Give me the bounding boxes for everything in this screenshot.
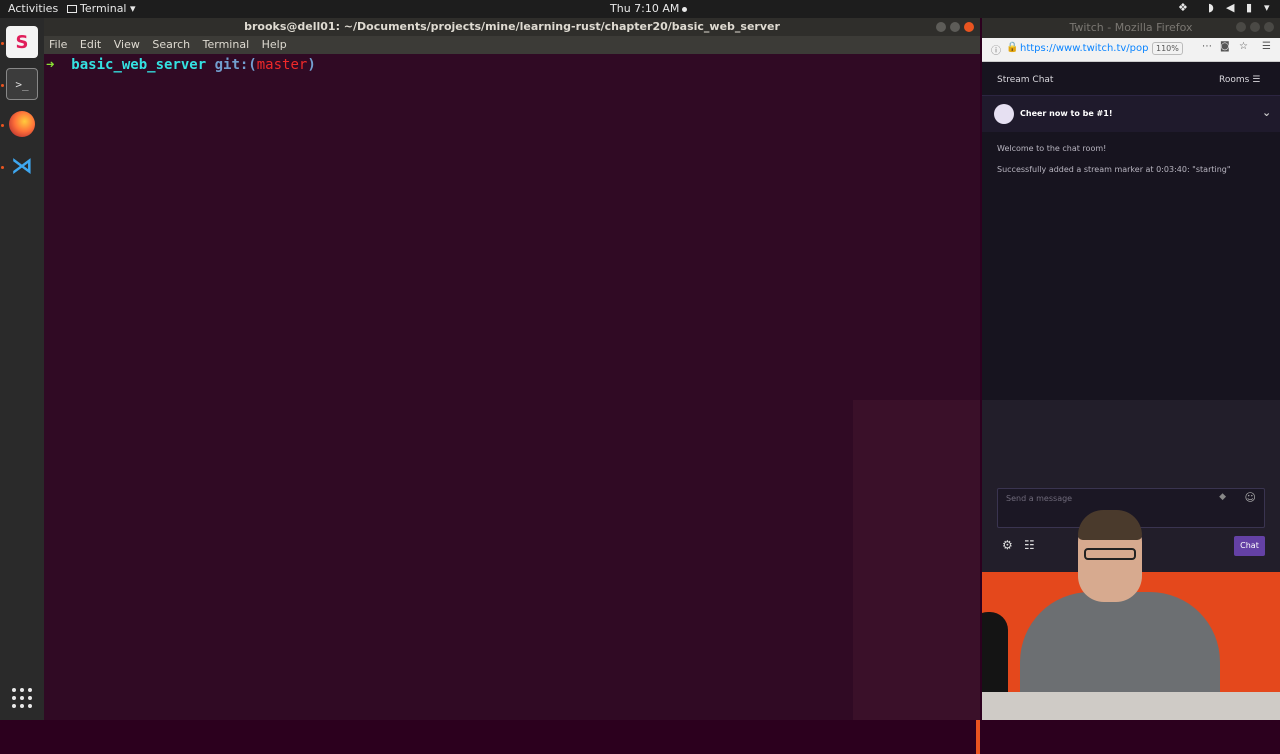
cheer-avatar-icon xyxy=(994,104,1014,124)
page-actions-icon[interactable]: ⋯ xyxy=(1202,41,1212,52)
menu-edit[interactable]: Edit xyxy=(80,38,101,51)
slack-logo-glyph: S xyxy=(15,31,29,53)
dock: S >_ ⋊ xyxy=(0,18,44,720)
terminal-icon[interactable]: >_ xyxy=(6,68,38,100)
maximize-icon[interactable] xyxy=(1250,22,1260,32)
pocket-icon[interactable]: ◙ xyxy=(1220,41,1230,52)
wifi-icon[interactable]: ◗ xyxy=(1208,1,1214,14)
prompt-git-label: git:( xyxy=(214,57,257,73)
settings-gear-icon[interactable]: ⚙ xyxy=(1002,538,1013,552)
firefox-icon[interactable] xyxy=(6,108,38,140)
chevron-down-icon: ▾ xyxy=(130,2,136,15)
running-indicator xyxy=(1,124,4,127)
terminal-small-icon xyxy=(67,5,77,13)
rooms-button[interactable]: Rooms ☰ xyxy=(1219,75,1260,85)
terminal-window: brooks@dell01: ~/Documents/projects/mine… xyxy=(44,18,980,754)
vscode-icon[interactable]: ⋊ xyxy=(6,150,38,182)
chat-header: Stream Chat Rooms ☰ xyxy=(982,62,1280,96)
notification-dot xyxy=(682,6,688,12)
lock-icon[interactable]: 🔒 xyxy=(1006,42,1018,53)
volume-icon[interactable]: ◀ xyxy=(1226,1,1234,14)
streamer-hair xyxy=(1078,510,1142,540)
prompt-git-close: ) xyxy=(307,57,316,73)
chat-message: Successfully added a stream marker at 0:… xyxy=(997,165,1231,174)
minimize-icon[interactable] xyxy=(1236,22,1246,32)
activities-button[interactable]: Activities xyxy=(8,2,58,15)
running-indicator xyxy=(1,42,4,45)
bookmark-star-icon[interactable]: ☆ xyxy=(1239,41,1248,52)
terminal-prompt-glyph: >_ xyxy=(15,77,29,91)
firefox-logo xyxy=(9,111,35,137)
hamburger-menu-icon[interactable]: ☰ xyxy=(1262,41,1271,52)
close-icon[interactable] xyxy=(964,22,974,32)
streamer-glasses xyxy=(1084,548,1136,560)
slack-icon[interactable]: S xyxy=(6,26,38,58)
chat-message: Welcome to the chat room! xyxy=(997,144,1107,153)
close-icon[interactable] xyxy=(1264,22,1274,32)
menu-search[interactable]: Search xyxy=(152,38,190,51)
rooms-label: Rooms xyxy=(1219,75,1250,85)
background-overlay xyxy=(853,400,980,720)
app-menu-label: Terminal xyxy=(80,2,127,15)
firefox-titlebar[interactable]: Twitch - Mozilla Firefox xyxy=(982,18,1280,38)
firefox-navbar: ⓘ 🔒 https://www.twitch.tv/pop 110% ⋯ ◙ ☆… xyxy=(982,38,1280,62)
maximize-icon[interactable] xyxy=(950,22,960,32)
top-bar: Activities Terminal ▾ Thu 7:10 AM ❖ ◗ ◀ … xyxy=(0,0,1280,18)
grid-icon[interactable] xyxy=(6,682,38,714)
battery-icon[interactable]: ▮ xyxy=(1246,1,1252,14)
viewer-list-icon[interactable]: ☷ xyxy=(1024,538,1035,552)
clock[interactable]: Thu 7:10 AM xyxy=(610,2,688,15)
running-indicator xyxy=(1,166,4,169)
firefox-title: Twitch - Mozilla Firefox xyxy=(1069,21,1193,34)
zoom-level[interactable]: 110% xyxy=(1152,42,1183,55)
laptop xyxy=(982,692,1280,720)
emoji-icon[interactable]: ☺ xyxy=(1245,491,1256,504)
url-bar[interactable]: https://www.twitch.tv/pop xyxy=(1020,43,1150,54)
cheer-text: Cheer now to be #1! xyxy=(1020,109,1113,118)
terminal-title: brooks@dell01: ~/Documents/projects/mine… xyxy=(244,20,780,33)
prompt-branch: master xyxy=(256,57,308,73)
terminal-output[interactable]: ➜ basic_web_server git:(master) xyxy=(44,54,980,754)
menu-terminal[interactable]: Terminal xyxy=(203,38,250,51)
system-menu-chevron-icon[interactable]: ▾ xyxy=(1264,1,1270,14)
shell-prompt: ➜ basic_web_server git:(master) xyxy=(44,57,980,73)
chevron-down-icon[interactable]: ⌄ xyxy=(1262,106,1271,119)
chat-spacer xyxy=(982,132,1280,144)
chat-send-button[interactable]: Chat xyxy=(1234,536,1265,556)
stream-chat-title: Stream Chat xyxy=(997,75,1054,85)
cheer-banner[interactable]: Cheer now to be #1! ⌄ xyxy=(982,96,1280,132)
menu-help[interactable]: Help xyxy=(262,38,287,51)
show-apps-grid xyxy=(12,688,32,708)
clock-label: Thu 7:10 AM xyxy=(610,2,680,15)
terminal-menubar: File Edit View Search Terminal Help xyxy=(44,36,980,54)
dropbox-icon[interactable]: ❖ xyxy=(1178,1,1188,14)
vscode-logo-glyph: ⋊ xyxy=(11,153,33,179)
running-indicator xyxy=(1,84,4,87)
menu-view[interactable]: View xyxy=(114,38,140,51)
rooms-list-icon: ☰ xyxy=(1252,75,1261,85)
message-placeholder: Send a message xyxy=(1006,494,1073,503)
app-menu[interactable]: Terminal ▾ xyxy=(67,2,136,15)
info-icon[interactable]: ⓘ xyxy=(991,42,1001,57)
terminal-titlebar[interactable]: brooks@dell01: ~/Documents/projects/mine… xyxy=(44,18,980,36)
minimize-icon[interactable] xyxy=(936,22,946,32)
prompt-arrow: ➜ xyxy=(46,57,55,73)
menu-file[interactable]: File xyxy=(49,38,67,51)
bits-icon[interactable]: ◆ xyxy=(1219,492,1226,502)
prompt-directory: basic_web_server xyxy=(71,57,207,73)
chat-spacer xyxy=(982,153,1280,165)
